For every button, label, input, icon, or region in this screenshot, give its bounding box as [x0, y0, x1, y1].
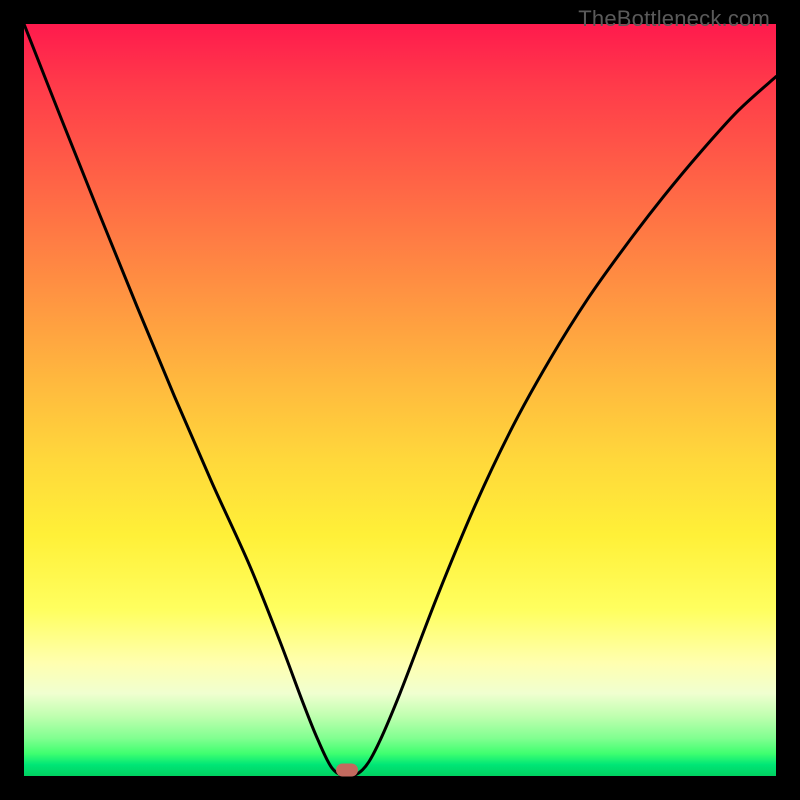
watermark-text: TheBottleneck.com — [578, 6, 770, 32]
chart-frame — [24, 24, 776, 776]
marker-dot — [336, 764, 358, 777]
chart-gradient-background — [24, 24, 776, 776]
